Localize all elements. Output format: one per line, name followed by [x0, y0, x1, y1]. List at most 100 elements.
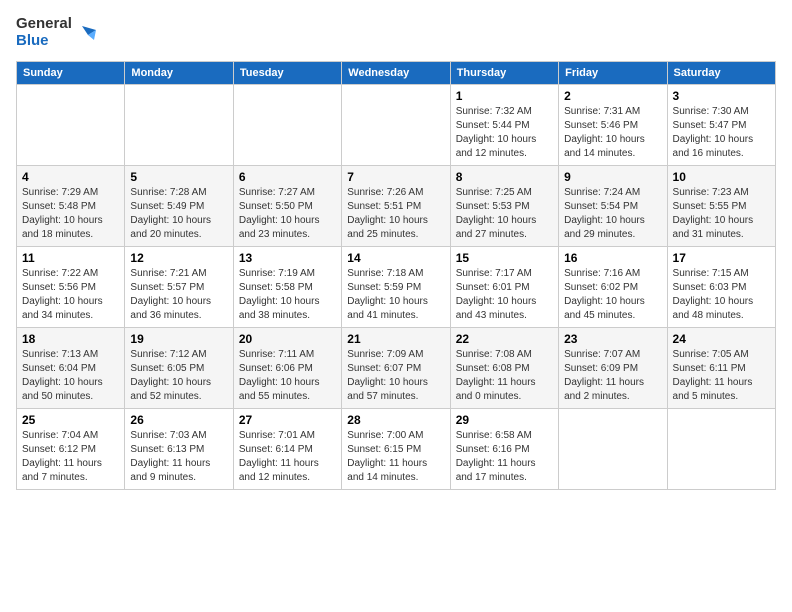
calendar-day-cell: 26 Sunrise: 7:03 AMSunset: 6:13 PMDayligh…: [125, 409, 233, 490]
day-number: 28: [347, 413, 444, 427]
day-number: 6: [239, 170, 336, 184]
calendar-week-row: 18Sunrise: 7:13 AMSunset: 6:04 PMDayligh…: [17, 328, 776, 409]
calendar-week-row: 4 Sunrise: 7:29 AMSunset: 5:48 PMDaylight…: [17, 166, 776, 247]
day-number: 4: [22, 170, 119, 184]
day-info: Sunrise: 7:21 AMSunset: 5:57 PMDaylight:…: [130, 267, 227, 323]
calendar-day-cell: 2 Sunrise: 7:31 AMSunset: 5:46 PMDaylight…: [559, 85, 667, 166]
weekday-header: Friday: [559, 62, 667, 85]
day-info: Sunrise: 7:05 AMSunset: 6:11 PMDaylight:…: [673, 348, 770, 404]
day-info: Sunrise: 7:24 AMSunset: 5:54 PMDaylight:…: [564, 186, 661, 242]
calendar-day-cell: 15 Sunrise: 7:17 AMSunset: 6:01 PMDayligh…: [450, 247, 558, 328]
calendar-day-cell: 6 Sunrise: 7:27 AMSunset: 5:50 PMDaylight…: [233, 166, 341, 247]
logo: General Blue: [16, 16, 96, 49]
calendar-day-cell: 1Sunrise: 7:32 AMSunset: 5:44 PMDaylight…: [450, 85, 558, 166]
calendar-day-cell: 22 Sunrise: 7:08 AMSunset: 6:08 PMDayligh…: [450, 328, 558, 409]
calendar-day-cell: [17, 85, 125, 166]
calendar-day-cell: 13 Sunrise: 7:19 AMSunset: 5:58 PMDayligh…: [233, 247, 341, 328]
day-number: 29: [456, 413, 553, 427]
weekday-header: Thursday: [450, 62, 558, 85]
day-number: 7: [347, 170, 444, 184]
day-info: Sunrise: 7:26 AMSunset: 5:51 PMDaylight:…: [347, 186, 444, 242]
calendar-day-cell: 8 Sunrise: 7:25 AMSunset: 5:53 PMDaylight…: [450, 166, 558, 247]
calendar-day-cell: 9Sunrise: 7:24 AMSunset: 5:54 PMDaylight…: [559, 166, 667, 247]
logo-mark: General Blue: [16, 16, 96, 49]
day-info: Sunrise: 7:17 AMSunset: 6:01 PMDaylight:…: [456, 267, 553, 323]
day-info: Sunrise: 7:30 AMSunset: 5:47 PMDaylight:…: [673, 105, 770, 161]
day-info: Sunrise: 7:03 AMSunset: 6:13 PMDaylight:…: [130, 429, 227, 485]
day-info: Sunrise: 7:22 AMSunset: 5:56 PMDaylight:…: [22, 267, 119, 323]
calendar-day-cell: 18Sunrise: 7:13 AMSunset: 6:04 PMDayligh…: [17, 328, 125, 409]
day-number: 11: [22, 251, 119, 265]
calendar-day-cell: 25 Sunrise: 7:04 AMSunset: 6:12 PMDayligh…: [17, 409, 125, 490]
day-info: Sunrise: 7:28 AMSunset: 5:49 PMDaylight:…: [130, 186, 227, 242]
calendar-week-row: 25 Sunrise: 7:04 AMSunset: 6:12 PMDayligh…: [17, 409, 776, 490]
day-info: Sunrise: 7:09 AMSunset: 6:07 PMDaylight:…: [347, 348, 444, 404]
day-info: Sunrise: 7:31 AMSunset: 5:46 PMDaylight:…: [564, 105, 661, 161]
calendar-day-cell: 7 Sunrise: 7:26 AMSunset: 5:51 PMDaylight…: [342, 166, 450, 247]
day-number: 23: [564, 332, 661, 346]
weekday-header: Tuesday: [233, 62, 341, 85]
day-info: Sunrise: 7:25 AMSunset: 5:53 PMDaylight:…: [456, 186, 553, 242]
day-info: Sunrise: 7:18 AMSunset: 5:59 PMDaylight:…: [347, 267, 444, 323]
day-info: Sunrise: 7:32 AMSunset: 5:44 PMDaylight:…: [456, 105, 553, 161]
day-number: 14: [347, 251, 444, 265]
calendar-day-cell: [559, 409, 667, 490]
calendar-day-cell: 10 Sunrise: 7:23 AMSunset: 5:55 PMDayligh…: [667, 166, 775, 247]
page-header: General Blue: [16, 16, 776, 49]
calendar-day-cell: 5 Sunrise: 7:28 AMSunset: 5:49 PMDaylight…: [125, 166, 233, 247]
day-number: 15: [456, 251, 553, 265]
day-info: Sunrise: 7:16 AMSunset: 6:02 PMDaylight:…: [564, 267, 661, 323]
day-number: 27: [239, 413, 336, 427]
calendar-day-cell: 12 Sunrise: 7:21 AMSunset: 5:57 PMDayligh…: [125, 247, 233, 328]
calendar-week-row: 1Sunrise: 7:32 AMSunset: 5:44 PMDaylight…: [17, 85, 776, 166]
logo-general: General: [16, 16, 72, 33]
calendar-day-cell: [667, 409, 775, 490]
day-info: Sunrise: 7:00 AMSunset: 6:15 PMDaylight:…: [347, 429, 444, 485]
day-info: Sunrise: 7:19 AMSunset: 5:58 PMDaylight:…: [239, 267, 336, 323]
weekday-header: Sunday: [17, 62, 125, 85]
calendar-day-cell: 27Sunrise: 7:01 AMSunset: 6:14 PMDayligh…: [233, 409, 341, 490]
day-number: 2: [564, 89, 661, 103]
weekday-header: Saturday: [667, 62, 775, 85]
calendar-day-cell: 4 Sunrise: 7:29 AMSunset: 5:48 PMDaylight…: [17, 166, 125, 247]
calendar-day-cell: 3Sunrise: 7:30 AMSunset: 5:47 PMDaylight…: [667, 85, 775, 166]
weekday-header-row: SundayMondayTuesdayWednesdayThursdayFrid…: [17, 62, 776, 85]
day-number: 8: [456, 170, 553, 184]
day-number: 13: [239, 251, 336, 265]
logo-blue: Blue: [16, 33, 72, 50]
calendar-day-cell: 20 Sunrise: 7:11 AMSunset: 6:06 PMDayligh…: [233, 328, 341, 409]
calendar-day-cell: 17 Sunrise: 7:15 AMSunset: 6:03 PMDayligh…: [667, 247, 775, 328]
day-number: 12: [130, 251, 227, 265]
calendar-day-cell: 23Sunrise: 7:07 AMSunset: 6:09 PMDayligh…: [559, 328, 667, 409]
day-number: 21: [347, 332, 444, 346]
calendar-day-cell: 11 Sunrise: 7:22 AMSunset: 5:56 PMDayligh…: [17, 247, 125, 328]
weekday-header: Monday: [125, 62, 233, 85]
day-info: Sunrise: 7:27 AMSunset: 5:50 PMDaylight:…: [239, 186, 336, 242]
day-info: Sunrise: 7:08 AMSunset: 6:08 PMDaylight:…: [456, 348, 553, 404]
day-number: 18: [22, 332, 119, 346]
calendar-day-cell: 21 Sunrise: 7:09 AMSunset: 6:07 PMDayligh…: [342, 328, 450, 409]
calendar-week-row: 11 Sunrise: 7:22 AMSunset: 5:56 PMDayligh…: [17, 247, 776, 328]
day-number: 10: [673, 170, 770, 184]
day-number: 24: [673, 332, 770, 346]
day-number: 5: [130, 170, 227, 184]
calendar-table: SundayMondayTuesdayWednesdayThursdayFrid…: [16, 61, 776, 490]
day-info: Sunrise: 7:04 AMSunset: 6:12 PMDaylight:…: [22, 429, 119, 485]
day-number: 25: [22, 413, 119, 427]
day-number: 20: [239, 332, 336, 346]
calendar-day-cell: [342, 85, 450, 166]
calendar-day-cell: 14 Sunrise: 7:18 AMSunset: 5:59 PMDayligh…: [342, 247, 450, 328]
day-info: Sunrise: 7:11 AMSunset: 6:06 PMDaylight:…: [239, 348, 336, 404]
weekday-header: Wednesday: [342, 62, 450, 85]
day-number: 22: [456, 332, 553, 346]
day-number: 19: [130, 332, 227, 346]
day-info: Sunrise: 7:15 AMSunset: 6:03 PMDaylight:…: [673, 267, 770, 323]
day-info: Sunrise: 7:23 AMSunset: 5:55 PMDaylight:…: [673, 186, 770, 242]
calendar-day-cell: [233, 85, 341, 166]
day-number: 17: [673, 251, 770, 265]
calendar-day-cell: 29Sunrise: 6:58 AMSunset: 6:16 PMDayligh…: [450, 409, 558, 490]
day-info: Sunrise: 7:29 AMSunset: 5:48 PMDaylight:…: [22, 186, 119, 242]
calendar-day-cell: 16Sunrise: 7:16 AMSunset: 6:02 PMDayligh…: [559, 247, 667, 328]
calendar-day-cell: 24 Sunrise: 7:05 AMSunset: 6:11 PMDayligh…: [667, 328, 775, 409]
day-number: 26: [130, 413, 227, 427]
